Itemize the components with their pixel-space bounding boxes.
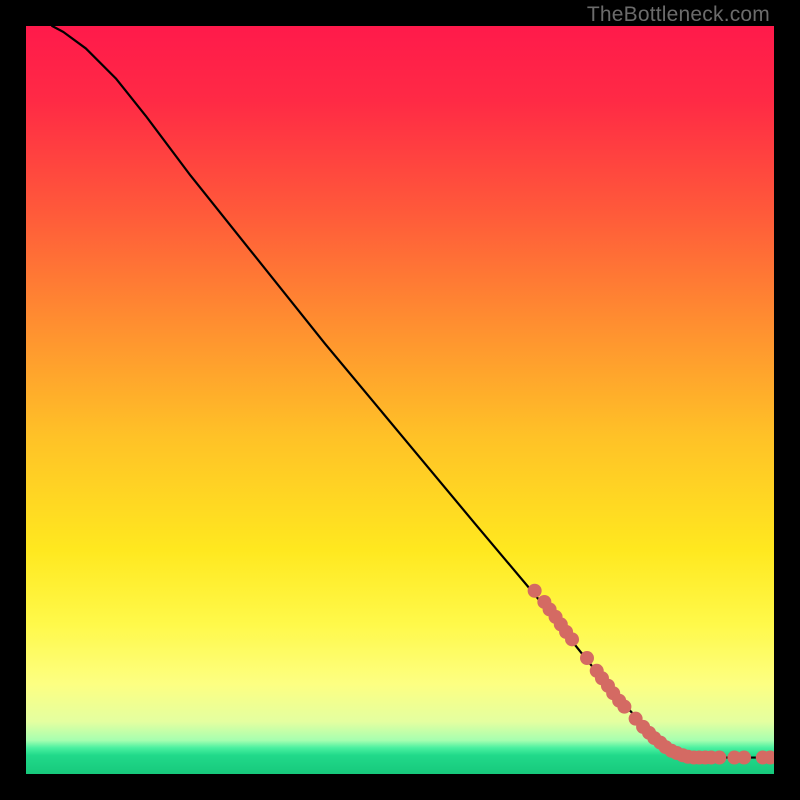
data-marker	[737, 751, 751, 765]
data-marker	[580, 651, 594, 665]
watermark-label: TheBottleneck.com	[587, 3, 770, 27]
data-marker	[565, 632, 579, 646]
chart-container	[26, 26, 774, 774]
chart-svg	[26, 26, 774, 774]
data-marker	[528, 584, 542, 598]
chart-background	[26, 26, 774, 774]
data-marker	[617, 700, 631, 714]
data-marker	[712, 751, 726, 765]
